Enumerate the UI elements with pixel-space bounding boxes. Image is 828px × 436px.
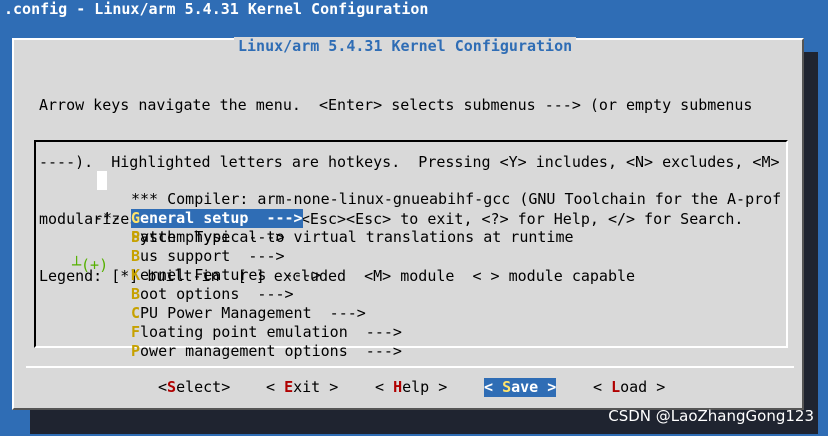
menu-item-bus-support[interactable]: Bus support --->	[36, 228, 786, 265]
selection-cursor	[97, 171, 107, 190]
button-label: <	[158, 378, 168, 396]
menu-item-boot-options[interactable]: Boot options --->	[36, 266, 786, 303]
select-button[interactable]: <Select>	[158, 378, 230, 397]
item-hotkey: P	[131, 342, 141, 360]
exit-button[interactable]: < Exit >	[266, 378, 338, 397]
button-hotkey: L	[611, 378, 621, 396]
button-label: <	[266, 378, 285, 396]
button-label: <	[593, 378, 612, 396]
menu-list: *** Compiler: arm-none-linux-gnueabihf-g…	[34, 140, 788, 360]
button-hotkey: H	[393, 378, 403, 396]
help-line: Arrow keys navigate the menu. <Enter> se…	[39, 96, 753, 114]
button-label: oad >	[620, 378, 666, 396]
button-hotkey: E	[284, 378, 294, 396]
load-button[interactable]: < Load >	[593, 378, 665, 397]
button-hotkey: S	[167, 378, 177, 396]
button-separator	[26, 366, 794, 368]
button-label: elp >	[402, 378, 448, 396]
dialog-title: Linux/arm 5.4.31 Kernel Configuration	[234, 37, 577, 56]
menu-item-compiler-info: *** Compiler: arm-none-linux-gnueabihf-g…	[36, 152, 786, 208]
menu-item-floating-point-emulation[interactable]: Floating point emulation --->	[36, 304, 786, 341]
button-label: ave >	[511, 378, 557, 396]
button-hotkey: S	[502, 378, 512, 396]
help-button[interactable]: < Help >	[375, 378, 447, 397]
menu-item-general-setup[interactable]: General setup --->	[36, 171, 786, 228]
menu-item-cpu-power-management[interactable]: CPU Power Management --->	[36, 285, 786, 322]
scroll-more-indicator: ┴(+)	[72, 256, 109, 274]
button-label: xit >	[293, 378, 339, 396]
menu-item-patch-phys-virt[interactable]: -*- Patch physical to virtual translatio…	[36, 190, 786, 246]
save-button[interactable]: < Save >	[484, 378, 557, 397]
button-label: <	[484, 378, 503, 396]
menu-item-kernel-features[interactable]: Kernel Features --->	[36, 247, 786, 284]
button-label: <	[375, 378, 394, 396]
window-title: .config - Linux/arm 5.4.31 Kernel Config…	[4, 0, 429, 18]
watermark: CSDN @LaoZhangGong123	[608, 407, 814, 425]
config-dialog: Linux/arm 5.4.31 Kernel Configuration Ar…	[12, 37, 804, 410]
menu-item-system-type[interactable]: System Type --->	[36, 209, 786, 246]
item-label: ower management options --->	[140, 342, 402, 360]
button-label: elect>	[176, 378, 231, 396]
menu-item-power-management-options[interactable]: Power management options --->	[36, 323, 786, 360]
